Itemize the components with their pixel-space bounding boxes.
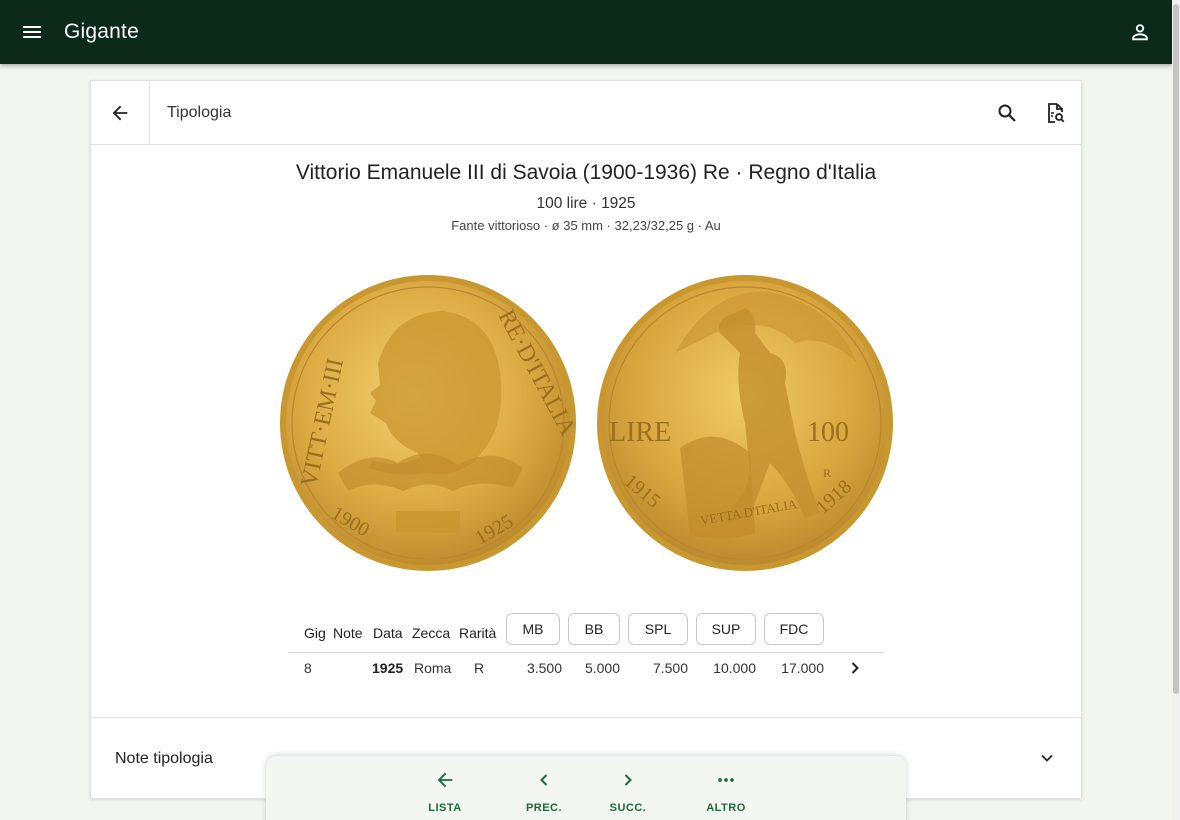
cell-price-spl: 7.500 (652, 660, 688, 676)
nav-more-label: ALTRO (706, 802, 746, 814)
menu-icon (23, 26, 41, 38)
more-horiz-icon (718, 778, 734, 782)
reverse-lire: LIRE (609, 417, 671, 448)
column-header-zecca: Zecca (412, 625, 451, 641)
cell-gig: 8 (304, 660, 312, 676)
arrow-left-icon (112, 105, 128, 120)
card-toolbar: Tipologia (91, 80, 1081, 145)
coin-card: Tipologia Vittorio Emanuele III di Savoi… (90, 80, 1082, 799)
coin-obverse-image[interactable]: VITT·EM·III RE·D'ITALIA 1900 1925 (278, 273, 578, 573)
grade-button-sup[interactable]: SUP (696, 613, 756, 645)
column-header-rarita: Rarità (459, 625, 497, 641)
cell-price-fdc: 17.000 (781, 660, 824, 676)
cell-data: 1925 (372, 660, 404, 676)
account-button[interactable] (1124, 16, 1156, 48)
coin-header: Vittorio Emanuele III di Savoia (1900-19… (91, 161, 1081, 233)
row-detail-button[interactable] (842, 655, 868, 681)
nav-lista-label: LISTA (428, 802, 462, 814)
column-header-note: Note (333, 625, 363, 641)
coin-subtitle: 100 lire · 1925 (536, 195, 636, 212)
bottom-navigation: LISTA PREC. SUCC. ALTRO (266, 756, 906, 820)
cell-price-mb: 3.500 (526, 660, 562, 676)
grade-button-fdc[interactable]: FDC (764, 613, 824, 645)
table-header: Gig Note Data Zecca Rarità MB BB SPL SUP… (288, 613, 885, 653)
search-icon (998, 104, 1016, 122)
app-bar: Gigante (0, 0, 1172, 64)
cell-rarita: R (474, 660, 485, 676)
arrow-left-icon (437, 772, 453, 788)
back-button[interactable] (91, 80, 150, 145)
expand-button[interactable] (1035, 746, 1059, 770)
search-button[interactable] (991, 97, 1023, 129)
breadcrumb: Tipologia (167, 103, 232, 121)
nav-prev-label: PREC. (525, 802, 563, 814)
coin-title: Vittorio Emanuele III di Savoia (1900-19… (295, 161, 877, 184)
document-search-icon (1048, 103, 1065, 123)
chevron-down-icon (1041, 754, 1053, 762)
reverse-value: 100 (807, 417, 849, 448)
cell-price-bb: 5.000 (584, 660, 620, 676)
chevron-left-icon (540, 774, 548, 786)
document-search-button[interactable] (1039, 97, 1071, 129)
cell-price-sup: 10.000 (713, 660, 756, 676)
grade-button-mb[interactable]: MB (506, 613, 560, 645)
nav-lista[interactable]: LISTA (410, 768, 480, 818)
reverse-mint-mark: R (823, 466, 831, 480)
nav-more[interactable]: ALTRO (691, 768, 761, 818)
cell-zecca: Roma (414, 660, 452, 676)
scrollbar[interactable] (1172, 0, 1180, 820)
table-row[interactable]: 8 1925 Roma R 3.500 5.000 7.500 10.000 1… (288, 653, 885, 683)
nav-next[interactable]: SUCC. (593, 768, 663, 818)
nav-prev[interactable]: PREC. (509, 768, 579, 818)
nav-next-label: SUCC. (609, 802, 647, 814)
person-icon (1132, 24, 1148, 41)
grade-button-bb[interactable]: BB (568, 613, 620, 645)
grade-button-spl[interactable]: SPL (628, 613, 688, 645)
price-table: Gig Note Data Zecca Rarità MB BB SPL SUP… (288, 613, 885, 683)
app-title: Gigante (64, 20, 139, 43)
coin-images: VITT·EM·III RE·D'ITALIA 1900 1925 LIRE 1… (278, 273, 895, 575)
column-header-data: Data (373, 625, 403, 641)
notes-label: Note tipologia (115, 750, 213, 767)
chevron-right-icon (624, 774, 632, 786)
menu-button[interactable] (0, 0, 64, 64)
chevron-right-icon (851, 662, 859, 674)
coin-reverse-image[interactable]: LIRE 100 1915 1918 R VETTA D'ITALIA (595, 273, 895, 573)
column-header-gig: Gig (304, 625, 326, 641)
coin-details: Fante vittorioso · ø 35 mm · 32,23/32,25… (451, 218, 721, 233)
scrollbar-thumb[interactable] (1173, 4, 1179, 694)
